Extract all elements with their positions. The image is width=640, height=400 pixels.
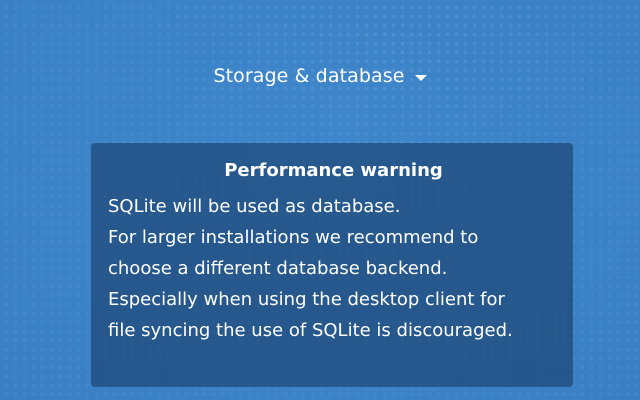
warning-line-4: Especially when using the desktop client… [108,289,505,310]
warning-title: Performance warning [224,160,443,181]
storage-database-label[interactable]: Storage & database [213,65,404,87]
performance-warning-box: Performance warning SQLite will be used … [91,143,573,387]
storage-database-toggle[interactable]: Storage & database [0,60,640,92]
warning-line-5: file syncing the use of SQLite is discou… [108,320,513,341]
caret-down-icon[interactable] [414,74,427,81]
warning-line-1: SQLite will be used as database. [108,196,401,217]
warning-line-2: For larger installations we recommend to [108,227,479,248]
warning-line-3: choose a different database backend. [108,258,448,279]
storage-database-toggle-content[interactable]: Storage & database [205,63,434,89]
